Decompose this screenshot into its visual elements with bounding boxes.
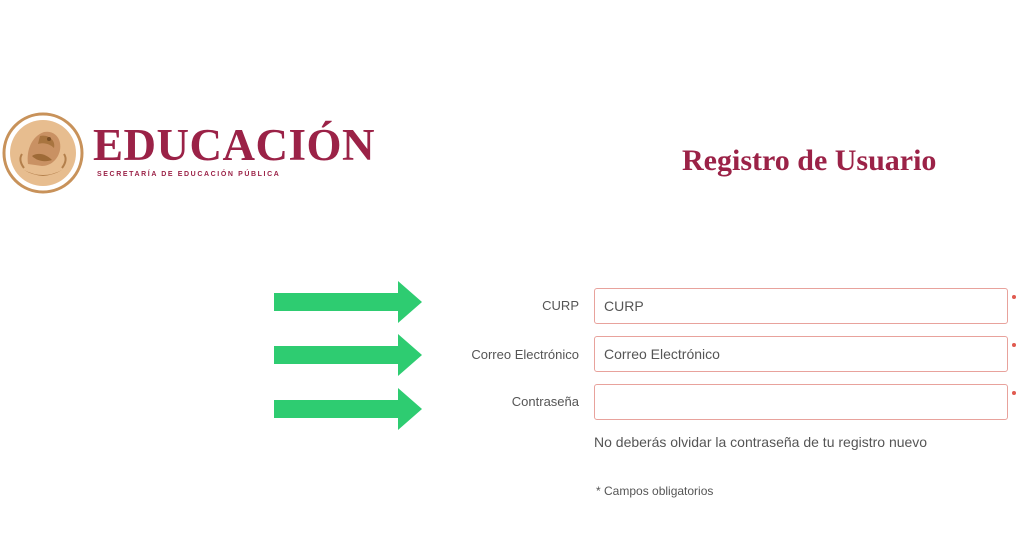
email-input[interactable] xyxy=(594,336,1008,372)
required-marker xyxy=(1012,295,1016,299)
password-label: Contraseña xyxy=(511,394,579,409)
brand-subtitle: SECRETARÍA DE EDUCACIÓN PÚBLICA xyxy=(97,171,281,178)
required-marker xyxy=(1012,391,1016,395)
password-help-text: No deberás olvidar la contraseña de tu r… xyxy=(594,434,928,450)
arrow-right-icon xyxy=(274,334,422,376)
sep-logo[interactable]: EDUCACIÓN SECRETARÍA DE EDUCACIÓN PÚBLIC… xyxy=(2,112,402,194)
brand-name: EDUCACIÓN xyxy=(93,120,376,170)
arrow-right-icon xyxy=(274,388,422,430)
page-title: Registro de Usuario xyxy=(682,144,937,177)
curp-label: CURP xyxy=(542,298,579,313)
password-input[interactable] xyxy=(594,384,1008,420)
required-marker xyxy=(1012,343,1016,347)
page-header: EDUCACIÓN SECRETARÍA DE EDUCACIÓN PÚBLIC… xyxy=(0,0,1024,230)
curp-input[interactable] xyxy=(594,288,1008,324)
email-label: Correo Electrónico xyxy=(471,347,579,362)
national-emblem-icon xyxy=(2,112,84,194)
required-fields-note: * Campos obligatorios xyxy=(596,484,714,498)
arrow-right-icon xyxy=(274,281,422,323)
